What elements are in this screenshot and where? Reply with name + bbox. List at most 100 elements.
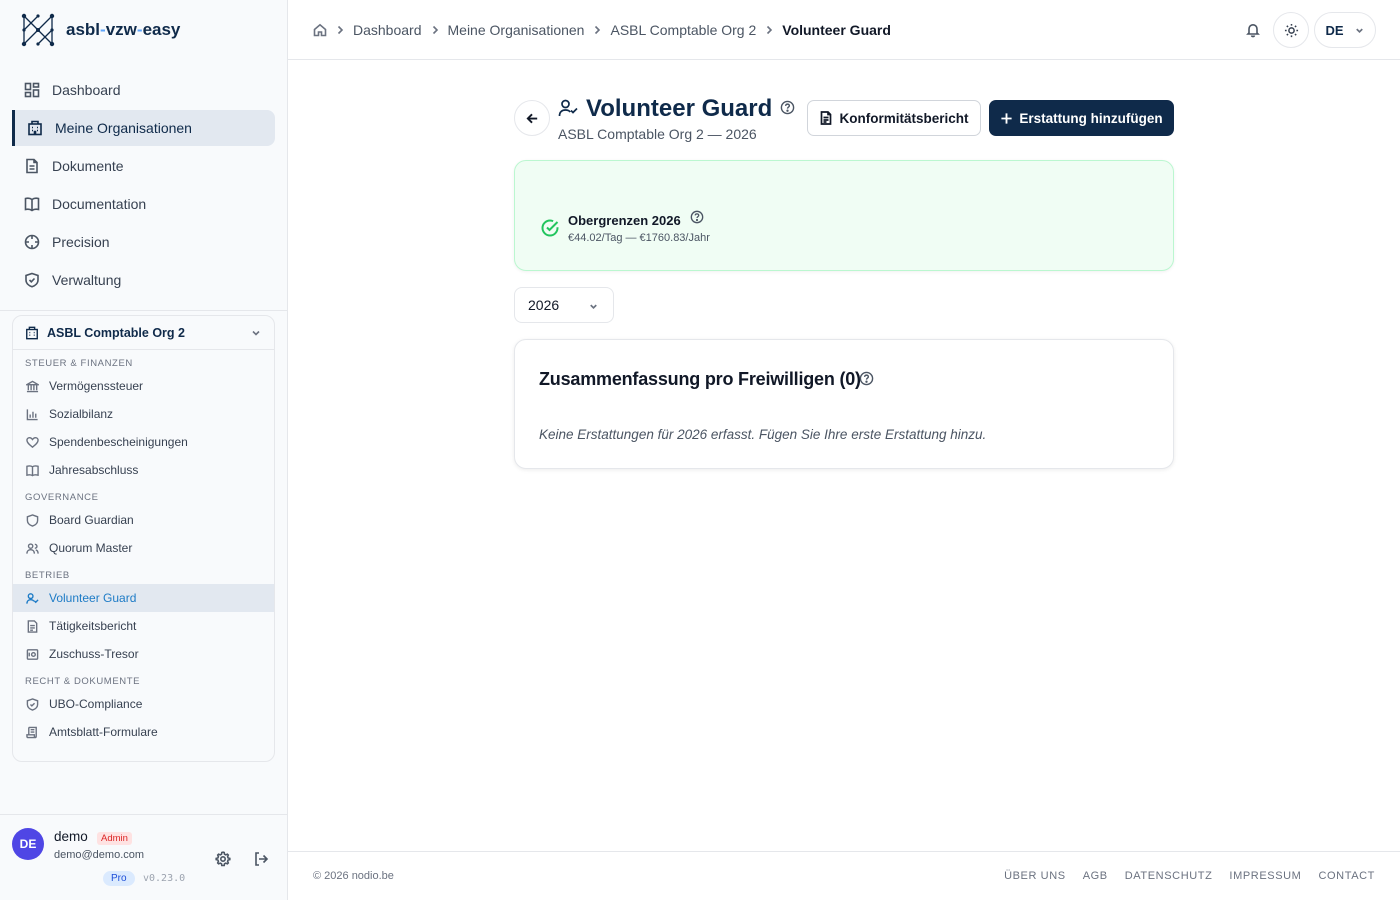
user-check-icon <box>558 99 578 117</box>
sub-item-label: Vermögenssteuer <box>49 379 144 393</box>
footer-link-imprint[interactable]: IMPRESSUM <box>1229 870 1301 882</box>
sun-icon <box>1284 23 1298 37</box>
nav-item-label: Dashboard <box>52 82 121 98</box>
sub-item-quorum-master[interactable]: Quorum Master <box>13 534 274 562</box>
app-version: v0.23.0 <box>143 873 186 884</box>
chevron-down-icon <box>590 304 597 310</box>
avatar[interactable]: DE <box>12 828 44 860</box>
breadcrumb: Dashboard Meine Organisationen ASBL Comp… <box>313 0 891 60</box>
breadcrumb-organisationen[interactable]: Meine Organisationen <box>448 22 585 38</box>
footer: © 2026 nodio.be ÜBER UNS AGB DATENSCHUTZ… <box>288 851 1400 900</box>
add-reimbursement-label: Erstattung hinzufügen <box>1019 110 1163 126</box>
footer-link-contact[interactable]: CONTACT <box>1318 870 1375 882</box>
grid-icon <box>24 82 40 98</box>
sub-item-sozialbilanz[interactable]: Sozialbilanz <box>13 400 274 428</box>
help-circle-icon[interactable] <box>859 371 874 386</box>
help-circle-icon[interactable] <box>690 210 704 224</box>
heart-icon <box>26 436 39 448</box>
breadcrumb-dashboard[interactable]: Dashboard <box>353 22 422 38</box>
plus-icon <box>1001 112 1012 124</box>
sub-item-taetigkeitsbericht[interactable]: Tätigkeitsbericht <box>13 612 274 640</box>
settings-button[interactable] <box>213 849 233 869</box>
sub-item-board-guardian[interactable]: Board Guardian <box>13 506 274 534</box>
plan-badge: Pro <box>103 871 135 886</box>
year-select-value: 2026 <box>528 297 560 313</box>
sub-item-label: Board Guardian <box>49 513 134 527</box>
sub-item-label: Tätigkeitsbericht <box>49 619 137 633</box>
theme-toggle-button[interactable] <box>1273 12 1309 48</box>
nav-item-precision[interactable]: Precision <box>12 224 275 260</box>
scroll-icon <box>26 726 37 738</box>
home-icon[interactable] <box>313 23 327 37</box>
nav-item-dashboard[interactable]: Dashboard <box>12 72 275 108</box>
sidebar: asbl-vzw-easy Dashboard Meine Organisati… <box>0 0 288 900</box>
nav-item-label: Precision <box>52 234 110 250</box>
nav-item-dokumente[interactable]: Dokumente <box>12 148 275 184</box>
page-subtitle: ASBL Comptable Org 2 — 2026 <box>558 126 757 142</box>
add-reimbursement-button[interactable]: Erstattung hinzufügen <box>989 100 1174 136</box>
nav-item-label: Dokumente <box>52 158 124 174</box>
org-name: ASBL Comptable Org 2 <box>47 325 185 340</box>
sub-item-label: Quorum Master <box>49 541 133 555</box>
limits-title: Obergrenzen 2026 <box>568 213 681 228</box>
footer-link-about[interactable]: ÜBER UNS <box>1004 870 1066 882</box>
brand[interactable]: asbl-vzw-easy <box>0 0 287 60</box>
copyright: © 2026 nodio.be <box>313 870 394 882</box>
footer-link-privacy[interactable]: DATENSCHUTZ <box>1125 870 1213 882</box>
role-badge: Admin <box>97 832 132 845</box>
shield-check-icon <box>26 697 39 711</box>
chevron-right-icon <box>432 25 438 35</box>
volunteer-summary-card: Zusammenfassung pro Freiwilligen (0) Kei… <box>514 339 1174 469</box>
breadcrumb-org[interactable]: ASBL Comptable Org 2 <box>610 22 756 38</box>
chevron-down-icon <box>1355 28 1363 33</box>
summary-empty-state: Keine Erstattungen für 2026 erfasst. Füg… <box>539 427 987 442</box>
book-icon <box>24 197 40 212</box>
sub-item-zuschuss-tresor[interactable]: Zuschuss-Tresor <box>13 640 274 668</box>
nav-item-label: Verwaltung <box>52 272 122 288</box>
help-circle-icon[interactable] <box>780 100 795 115</box>
nav-item-meine-organisationen[interactable]: Meine Organisationen <box>12 110 275 146</box>
sub-item-volunteer-guard[interactable]: Volunteer Guard <box>13 584 274 612</box>
language-select[interactable]: DE <box>1314 12 1376 48</box>
shield-icon <box>26 513 39 527</box>
org-switcher[interactable]: ASBL Comptable Org 2 <box>13 316 274 350</box>
file-text-icon <box>821 111 832 125</box>
section-title-betrieb: BETRIEB <box>25 570 70 581</box>
nav-item-verwaltung[interactable]: Verwaltung <box>12 262 275 298</box>
page-title: Volunteer Guard <box>586 95 773 122</box>
sub-item-label: Zuschuss-Tresor <box>49 647 139 661</box>
back-button[interactable] <box>514 100 550 136</box>
sub-item-jahresabschluss[interactable]: Jahresabschluss <box>13 456 274 484</box>
user-panel: DE demo Admin demo@demo.com Pro v0.23.0 <box>0 814 288 900</box>
sub-item-ubo-compliance[interactable]: UBO-Compliance <box>13 690 274 718</box>
year-select[interactable]: 2026 <box>514 287 614 323</box>
building-icon <box>26 326 38 339</box>
nav-item-documentation[interactable]: Documentation <box>12 186 275 222</box>
sub-item-label: Spendenbescheinigungen <box>49 435 188 449</box>
bank-icon <box>26 380 39 392</box>
footer-link-agb[interactable]: AGB <box>1083 870 1108 882</box>
nav-item-label: Documentation <box>52 196 147 212</box>
crosshair-icon <box>24 234 40 250</box>
org-panel: ASBL Comptable Org 2 STEUER & FINANZEN V… <box>12 315 275 762</box>
sub-item-label: Jahresabschluss <box>49 463 139 477</box>
sub-item-amtsblatt-formulare[interactable]: Amtsblatt-Formulare <box>13 718 274 746</box>
limits-card: Obergrenzen 2026 €44.02/Tag — €1760.83/J… <box>514 160 1174 271</box>
section-title-governance: GOVERNANCE <box>25 492 99 503</box>
sub-item-spendenbescheinigungen[interactable]: Spendenbescheinigungen <box>13 428 274 456</box>
arrow-left-icon <box>525 113 537 123</box>
top-bar: Dashboard Meine Organisationen ASBL Comp… <box>288 0 1400 60</box>
nav-item-label: Meine Organisationen <box>55 120 192 136</box>
compliance-report-button[interactable]: Konformitätsbericht <box>807 100 981 136</box>
sub-item-label: UBO-Compliance <box>49 697 143 711</box>
chevron-right-icon <box>595 25 601 35</box>
file-text-icon <box>27 619 38 633</box>
vault-icon <box>26 648 39 660</box>
user-check-icon <box>26 592 39 604</box>
sub-item-vermoegenssteuer[interactable]: Vermögenssteuer <box>13 372 274 400</box>
logout-button[interactable] <box>251 849 271 869</box>
check-circle-icon <box>541 219 559 237</box>
section-title-recht: RECHT & DOKUMENTE <box>25 676 141 687</box>
notifications-button[interactable] <box>1243 20 1263 40</box>
language-label: DE <box>1325 22 1344 38</box>
